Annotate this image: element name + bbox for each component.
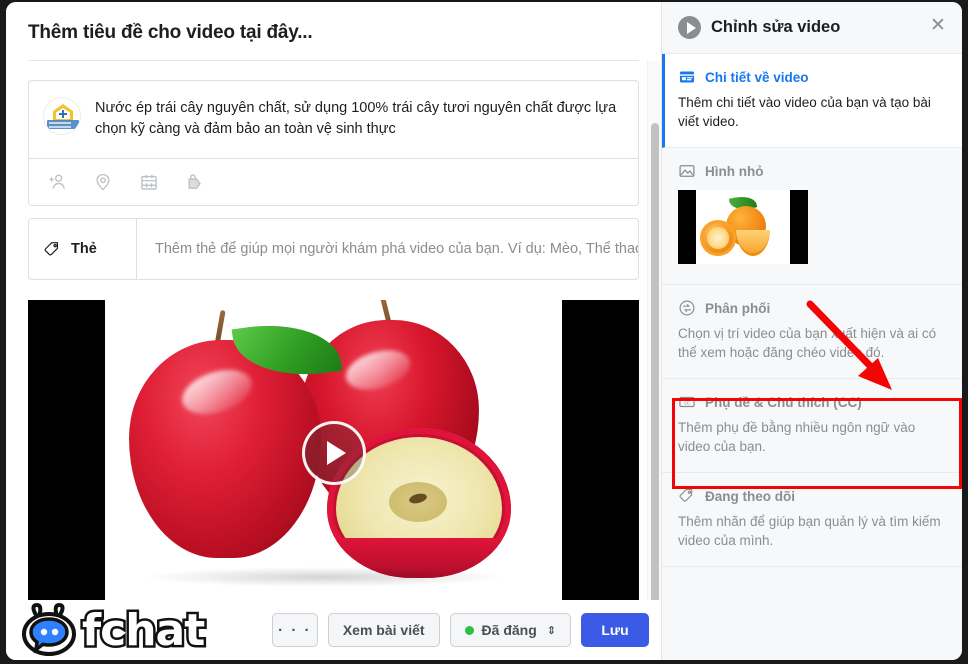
edit-video-panel: Chỉnh sửa video ✕ Chi tiết về video Thêm… xyxy=(661,2,962,660)
panel-title: Chỉnh sửa video xyxy=(711,18,841,36)
closed-caption-icon: cc xyxy=(678,393,696,411)
tag-people-icon[interactable] xyxy=(47,172,67,192)
video-title-row[interactable]: Thêm tiêu đề cho video tại đây... xyxy=(6,2,661,60)
apple-shadow xyxy=(141,567,507,587)
dialog-body: Thêm tiêu đề cho video tại đây... Nước é… xyxy=(6,2,962,660)
panel-item-desc: Thêm nhãn để giúp bạn quản lý và tìm kiế… xyxy=(678,514,941,548)
left-scrollbar-track[interactable] xyxy=(647,61,661,600)
panel-item-head: Phân phối xyxy=(678,299,944,317)
more-options-button[interactable]: · · · xyxy=(271,613,318,647)
distribution-icon xyxy=(678,299,696,317)
panel-item-title: Phụ đề & Chú thích (CC) xyxy=(705,394,862,410)
video-play-icon xyxy=(678,16,701,39)
close-icon[interactable]: ✕ xyxy=(926,14,950,38)
fchat-watermark: fchat xyxy=(20,598,260,660)
tag-outline-icon xyxy=(678,487,696,505)
panel-item-title: Hình nhỏ xyxy=(705,163,764,179)
view-post-button[interactable]: Xem bài viết xyxy=(327,613,440,647)
panel-item-closed-captions[interactable]: cc Phụ đề & Chú thích (CC) Thêm phụ đề b… xyxy=(662,379,962,473)
panel-item-title: Đang theo dõi xyxy=(705,488,795,504)
left-scrollbar-thumb[interactable] xyxy=(651,123,659,600)
video-details-icon xyxy=(678,68,696,86)
chevron-updown-icon: ⇕ xyxy=(546,624,556,637)
publish-status-dropdown[interactable]: Đã đăng ⇕ xyxy=(449,613,571,647)
screenshot-root: Thêm tiêu đề cho video tại đây... Nước é… xyxy=(0,0,968,664)
fchat-bot-icon xyxy=(20,602,80,660)
panel-item-head: Đang theo dõi xyxy=(678,487,944,505)
status-label: Đã đăng xyxy=(481,622,537,638)
panel-item-thumbnail[interactable]: Hình nhỏ xyxy=(662,148,962,285)
video-description-text[interactable]: Nước ép trái cây nguyên chất, sử dụng 10… xyxy=(95,97,622,140)
image-thumbnail-icon xyxy=(678,162,696,180)
panel-item-head: cc Phụ đề & Chú thích (CC) xyxy=(678,393,944,411)
panel-item-following[interactable]: Đang theo dõi Thêm nhãn để giúp bạn quản… xyxy=(662,473,962,567)
tag-input[interactable]: Thêm thẻ để giúp mọi người khám phá vide… xyxy=(137,219,638,279)
fchat-wordmark: fchat xyxy=(79,605,207,656)
dialog-footer: fchat · · · Xem bài viết Đã đăng ⇕ Lưu xyxy=(6,600,661,660)
tag-field-label: Thẻ xyxy=(29,219,137,279)
page-avatar xyxy=(43,97,81,135)
left-scroll-area: Nước ép trái cây nguyên chất, sử dụng 10… xyxy=(6,61,661,600)
composer-top: Nước ép trái cây nguyên chất, sử dụng 10… xyxy=(29,81,638,158)
video-edit-dialog: Thêm tiêu đề cho video tại đây... Nước é… xyxy=(6,2,962,660)
status-dot-icon xyxy=(464,625,474,635)
svg-text:cc: cc xyxy=(684,400,690,406)
calendar-icon[interactable] xyxy=(139,172,159,192)
tag-outline-icon xyxy=(43,240,62,259)
panel-item-video-details[interactable]: Chi tiết về video Thêm chi tiết vào vide… xyxy=(662,54,962,148)
thumbnail-image xyxy=(696,190,790,264)
left-column: Thêm tiêu đề cho video tại đây... Nước é… xyxy=(6,2,661,660)
description-composer[interactable]: Nước ép trái cây nguyên chất, sử dụng 10… xyxy=(28,80,639,206)
save-button[interactable]: Lưu xyxy=(581,613,649,647)
play-icon[interactable] xyxy=(301,420,366,485)
panel-header: Chỉnh sửa video ✕ xyxy=(662,2,962,54)
panel-item-desc: Chọn vị trí video của bạn xuất hiện và a… xyxy=(678,326,937,360)
panel-item-title: Chi tiết về video xyxy=(705,69,809,85)
product-tag-icon[interactable] xyxy=(185,172,205,192)
panel-item-desc: Thêm phụ đề bằng nhiều ngôn ngữ vào vide… xyxy=(678,420,916,454)
composer-icon-row xyxy=(29,158,638,205)
video-player[interactable] xyxy=(28,300,639,600)
panel-item-head: Chi tiết về video xyxy=(678,68,944,86)
tag-label-text: Thẻ xyxy=(71,241,97,257)
tag-field-card[interactable]: Thẻ Thêm thẻ để giúp mọi người khám phá … xyxy=(28,218,639,280)
panel-item-head: Hình nhỏ xyxy=(678,162,944,180)
panel-section-list: Chi tiết về video Thêm chi tiết vào vide… xyxy=(662,54,962,660)
location-pin-icon[interactable] xyxy=(93,172,113,192)
thumbnail-preview[interactable] xyxy=(678,190,808,264)
video-title-input[interactable]: Thêm tiêu đề cho video tại đây... xyxy=(28,22,639,44)
panel-item-desc: Thêm chi tiết vào video của bạn và tạo b… xyxy=(678,95,931,129)
panel-item-title: Phân phối xyxy=(705,300,771,316)
panel-item-distribution[interactable]: Phân phối Chọn vị trí video của bạn xuất… xyxy=(662,285,962,379)
